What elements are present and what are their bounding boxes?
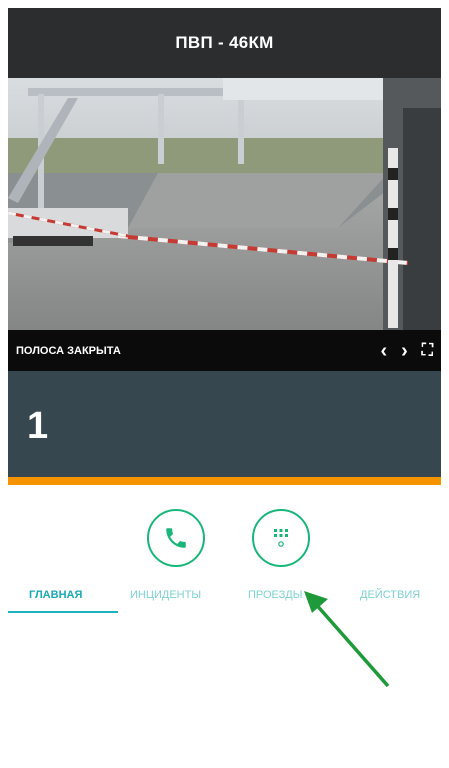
annotation-arrow-icon <box>304 591 390 688</box>
lane-number: 1 <box>27 405 49 447</box>
phone-icon <box>166 528 186 548</box>
tab-passes[interactable]: ПРОЕЗДЫ <box>248 589 302 601</box>
lane-panel: 1 <box>8 371 441 485</box>
tab-main[interactable]: ГЛАВНАЯ <box>29 589 82 601</box>
prev-camera-button[interactable]: ‹ <box>380 341 387 361</box>
camera-control-bar: ПОЛОСА ЗАКРЫТА ‹ › ⛶ <box>8 330 441 371</box>
dialpad-icon <box>274 529 288 547</box>
fullscreen-button[interactable]: ⛶ <box>421 341 433 359</box>
fullscreen-icon: ⛶ <box>421 341 433 359</box>
camera-view: ПОЛОСА ЗАКРЫТА ‹ › ⛶ <box>8 78 441 371</box>
next-camera-button[interactable]: › <box>401 341 408 361</box>
camera-image <box>8 78 441 371</box>
lane-status-label: ПОЛОСА ЗАКРЫТА <box>16 344 121 357</box>
call-button[interactable] <box>147 509 205 567</box>
header-title: ПВП - 46КМ <box>175 33 274 52</box>
dialpad-button[interactable] <box>252 509 310 567</box>
active-tab-indicator <box>8 611 118 613</box>
chevron-left-icon: ‹ <box>380 339 388 362</box>
app-container: ПВП - 46КМ ПОЛОСА ЗАКРЫТА ‹ › ⛶ 1 ГЛАВНА… <box>8 8 441 623</box>
tab-incidents[interactable]: ИНЦИДЕНТЫ <box>130 589 201 601</box>
chevron-right-icon: › <box>401 339 408 362</box>
app-header: ПВП - 46КМ <box>8 8 441 78</box>
action-buttons <box>8 485 441 567</box>
